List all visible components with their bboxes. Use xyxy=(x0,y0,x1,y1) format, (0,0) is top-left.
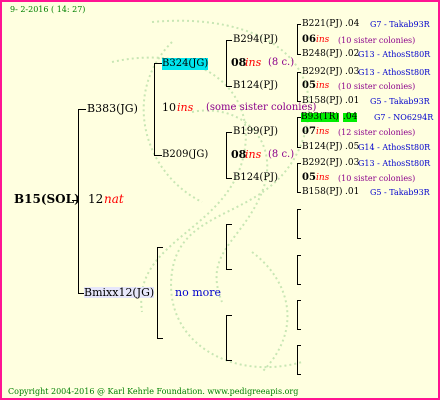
connector xyxy=(226,224,232,225)
gen3-year: 07 xyxy=(302,126,316,137)
gen2-note: (8 c.) xyxy=(268,149,295,160)
connector xyxy=(297,209,298,239)
connector xyxy=(297,374,301,375)
connector xyxy=(297,300,301,301)
connector xyxy=(297,117,298,148)
gen4-queen[interactable]: B221(PJ) xyxy=(302,20,342,29)
connector xyxy=(297,345,301,346)
gen3-queen[interactable]: B199(PJ) xyxy=(233,127,278,137)
gen2-mating-type: ins xyxy=(245,148,262,161)
gen1-year: 10 xyxy=(162,101,176,114)
connector xyxy=(297,345,298,375)
gen4-code: G5 - Takab93R xyxy=(370,97,430,106)
connector xyxy=(226,315,232,316)
gen4-queen[interactable]: B93(TR) xyxy=(301,113,339,122)
gen4-year: .04 xyxy=(345,19,360,29)
connector xyxy=(226,132,227,179)
gen3-queen[interactable]: B124(PJ) xyxy=(233,173,278,183)
connector xyxy=(297,163,301,164)
gen4-code: G14 - AthosSt80R xyxy=(358,143,431,152)
gen3-mating-type: ins xyxy=(316,173,330,183)
connector xyxy=(297,300,298,330)
gen3-mating-type: ins xyxy=(316,127,330,137)
gen2-queen[interactable]: B209(JG) xyxy=(162,150,208,160)
connector xyxy=(157,338,163,339)
gen4-queen[interactable]: B124(PJ) xyxy=(302,143,342,152)
gen4-code: G13 - AthosSt80R xyxy=(358,68,431,77)
connector xyxy=(297,72,298,102)
connector xyxy=(297,284,301,285)
gen4-queen[interactable]: B292(PJ) xyxy=(302,68,342,77)
gen3-note: (10 sister colonies) xyxy=(338,36,416,45)
connector xyxy=(297,24,301,25)
connector xyxy=(226,269,232,270)
connector xyxy=(297,255,301,256)
gen4-code: G7 - NO6294R xyxy=(374,113,434,122)
connector xyxy=(297,329,301,330)
connector xyxy=(154,63,155,156)
connector xyxy=(226,360,232,361)
gen2-queen[interactable]: B324(JG) xyxy=(162,58,209,70)
gen4-queen[interactable]: B158(PJ) xyxy=(302,97,342,106)
connector xyxy=(154,155,162,156)
gen2-note: (8 c.) xyxy=(268,57,295,68)
connector xyxy=(297,255,298,285)
gen3-year: 06 xyxy=(302,34,316,45)
gen3-mating-type: ins xyxy=(316,81,330,91)
connector xyxy=(226,40,232,41)
gen4-queen[interactable]: B158(PJ) xyxy=(302,188,342,197)
gen3-queen[interactable]: B294(PJ) xyxy=(233,35,278,45)
connector xyxy=(157,247,163,248)
connector xyxy=(297,72,301,73)
timestamp: 9- 2-2016 ( 14: 27) xyxy=(10,5,86,14)
gen4-code: G7 - Takab93R xyxy=(370,20,430,29)
gen4-queen[interactable]: B292(PJ) xyxy=(302,159,342,168)
root-mating-type: nat xyxy=(104,192,124,206)
gen1-queen[interactable]: Bmixx12(JG) xyxy=(84,287,155,298)
connector xyxy=(154,63,162,64)
gen3-note: (12 sister colonies) xyxy=(338,128,416,137)
connector xyxy=(297,24,298,55)
gen4-code: G5 - Takab93R xyxy=(370,188,430,197)
gen3-year: 05 xyxy=(302,172,316,183)
gen3-queen[interactable]: B124(PJ) xyxy=(233,81,278,91)
connector xyxy=(297,209,301,210)
connector xyxy=(226,40,227,87)
root-year: 12 xyxy=(88,192,104,206)
root-queen[interactable]: B15(SOL) xyxy=(14,193,80,205)
gen4-year: .01 xyxy=(345,96,360,106)
gen4-year: .04 xyxy=(343,112,358,122)
connector xyxy=(226,224,227,270)
gen3-mating-type: ins xyxy=(316,35,330,45)
copyright-footer: Copyright 2004-2016 @ Karl Kehrle Founda… xyxy=(8,387,299,396)
connector xyxy=(157,247,158,339)
connector xyxy=(297,54,301,55)
gen3-note: (10 sister colonies) xyxy=(338,174,416,183)
gen4-code: G13 - AthosSt80R xyxy=(358,50,431,59)
connector xyxy=(226,178,232,179)
gen1-note: no more xyxy=(175,286,222,299)
gen4-queen[interactable]: B248(PJ) xyxy=(302,50,342,59)
connector xyxy=(297,192,301,193)
gen4-year: .01 xyxy=(345,187,360,197)
pedigree-frame: 9- 2-2016 ( 14: 27) B15(SOL) 12 nat B383… xyxy=(0,0,440,400)
gen2-mating-type: ins xyxy=(245,56,262,69)
gen1-note: (some sister colonies) xyxy=(206,102,317,113)
gen1-queen[interactable]: B383(JG) xyxy=(87,103,138,114)
gen3-note: (10 sister colonies) xyxy=(338,82,416,91)
gen1-mating-type: ins xyxy=(177,101,194,114)
connector xyxy=(297,163,298,193)
gen3-year: 05 xyxy=(302,80,316,91)
connector xyxy=(78,109,86,110)
gen4-code: G13 - AthosSt80R xyxy=(358,159,431,168)
connector xyxy=(226,315,227,361)
connector xyxy=(226,86,232,87)
connector xyxy=(297,147,301,148)
connector xyxy=(226,132,232,133)
connector xyxy=(297,238,301,239)
